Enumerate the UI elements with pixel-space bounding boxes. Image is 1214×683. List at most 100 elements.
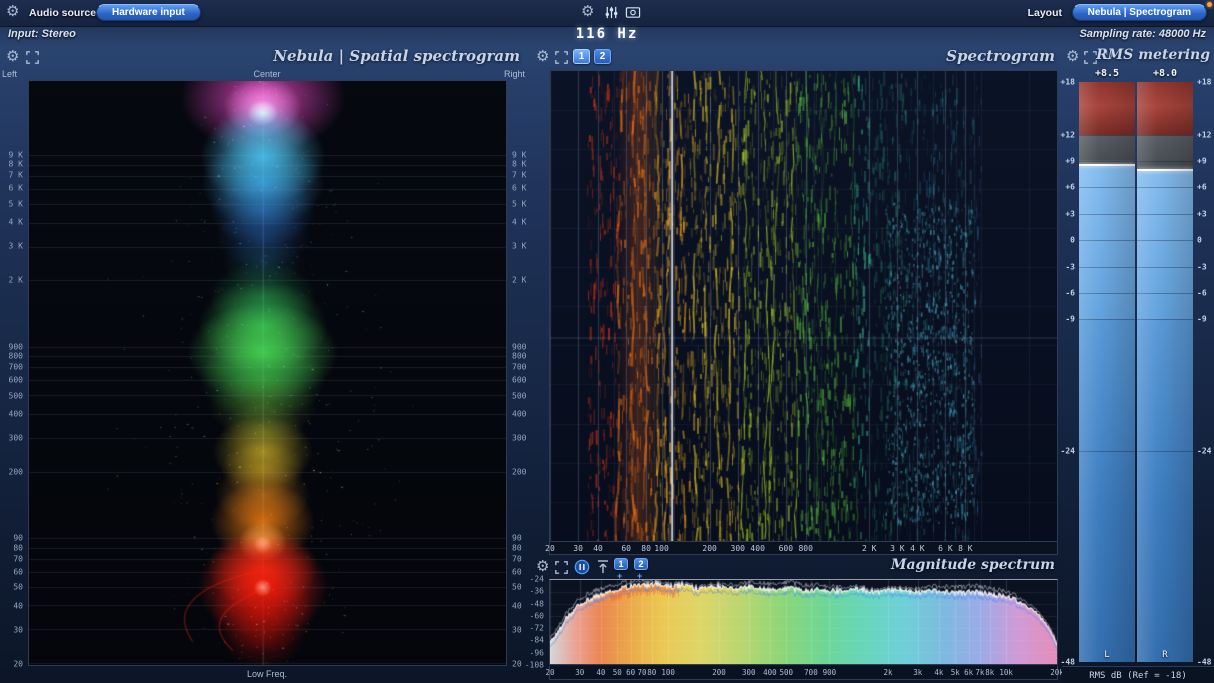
meter-segment: [1137, 134, 1193, 170]
spatial-plot[interactable]: [28, 80, 507, 666]
magnitude-view-2-button[interactable]: 2: [634, 558, 648, 570]
rms-value-left: +8.5: [1094, 68, 1120, 79]
freq-tick-label: 70: [512, 554, 522, 564]
spectrogram-panel-title: Spectrogram: [946, 47, 1055, 65]
freq-tick-label: 2k: [883, 668, 893, 677]
freq-tick-label: 60: [621, 544, 631, 553]
freq-tick-label: 300: [512, 433, 527, 443]
freq-tick-label: 200: [512, 467, 527, 477]
rms-scale-label: -24: [1197, 446, 1212, 456]
spatial-fullscreen-icon[interactable]: [26, 51, 39, 64]
meter-gridline: [1137, 240, 1193, 242]
settings-gear-icon[interactable]: ⚙: [6, 4, 19, 19]
peak-reset-arrow-to-top-icon[interactable]: [596, 559, 610, 574]
magnitude-spectrum-canvas[interactable]: [550, 580, 1057, 664]
meter-value-line: [1137, 168, 1193, 171]
freq-tick-label: 900: [512, 342, 527, 351]
spectrogram-plot[interactable]: [549, 70, 1058, 542]
freq-tick-label: 60: [512, 567, 522, 577]
hardware-input-button[interactable]: Hardware input: [96, 4, 201, 21]
meter-gridline: [1137, 161, 1193, 163]
freq-tick-label: 20: [13, 659, 23, 669]
rms-scale-label: -6: [1065, 288, 1075, 298]
freq-tick-label: 900: [822, 668, 837, 677]
freq-tick-label: 6 K: [8, 183, 23, 193]
freq-tick-label: 500: [779, 668, 794, 677]
magnitude-freq-axis: 20 30 40 50 60 70 80 100 200 300 400 500 700 900 2k 3k 4…: [545, 666, 1064, 680]
input-info: Input: Stereo: [8, 28, 76, 40]
spectrogram-view-2-button[interactable]: 2: [594, 49, 611, 64]
spatial-settings-gear-icon[interactable]: ⚙: [6, 49, 19, 64]
freq-tick-label: 30: [573, 544, 583, 553]
rms-value-right: +8.0: [1152, 68, 1178, 79]
layout-selector-button[interactable]: Nebula | Spectrogram: [1071, 4, 1207, 21]
spectrogram-settings-gear-icon[interactable]: ⚙: [536, 49, 549, 64]
db-tick-label: -36: [529, 586, 544, 596]
channel-label-left: L: [1104, 650, 1110, 660]
top-toolbar: ⚙ Audio source Hardware input ⚙ Layout N…: [0, 0, 1214, 27]
freq-tick-label: 40: [593, 544, 603, 553]
rms-settings-gear-icon[interactable]: ⚙: [1066, 49, 1079, 64]
freq-tick-label: 30: [512, 625, 522, 635]
freq-tick-label: 9 K: [8, 150, 23, 160]
rms-scale-label: +3: [1197, 209, 1207, 219]
rms-scale-label: +18: [1197, 77, 1212, 87]
magnitude-db-axis: -24 -36 -48 -60 -72 -84 -96 -108: [525, 575, 547, 670]
freq-tick-label: 20: [545, 544, 555, 553]
freq-tick-label: 800: [798, 544, 813, 553]
magnitude-view-1-button[interactable]: 1: [614, 558, 628, 570]
spatial-spectrogram-panel: ⚙ Nebula | Spatial spectrogram Left Cent…: [0, 44, 528, 683]
freq-tick-label: 80: [641, 544, 651, 553]
freq-tick-label: 2 K: [8, 275, 23, 285]
freq-tick-label: 200: [712, 668, 726, 677]
rms-panel-title: RMS metering: [1096, 47, 1210, 63]
freq-tick-label: 6 K: [938, 544, 953, 553]
meter-gridline: [1079, 161, 1135, 163]
audio-source-label: Audio source: [29, 7, 97, 19]
meter-gridline: [1079, 319, 1135, 321]
channel-label-right: R: [1162, 650, 1168, 660]
freq-tick-label: 100: [654, 544, 669, 553]
meter-gridline: [1079, 266, 1135, 268]
freq-tick-label: 80: [647, 668, 657, 677]
freq-tick-label: 50: [512, 582, 522, 592]
db-tick-label: -48: [529, 599, 544, 609]
freq-tick-label: 700: [804, 668, 818, 677]
rms-scale-label: +6: [1065, 182, 1075, 192]
db-tick-label: -96: [529, 648, 544, 658]
db-tick-label: -84: [529, 635, 544, 645]
rms-scale-label: -24: [1060, 446, 1075, 456]
magnitude-fullscreen-icon[interactable]: [555, 561, 568, 574]
freq-tick-label: 10k: [999, 668, 1013, 677]
meter-gridline: [1079, 187, 1135, 189]
meter-gridline: [1079, 451, 1135, 453]
axis-right-label: Right: [503, 69, 525, 79]
spectrogram-fullscreen-icon[interactable]: [555, 51, 568, 64]
spectrogram-canvas[interactable]: [550, 71, 1057, 541]
freq-tick-label: 30: [575, 668, 585, 677]
magnitude-panel-title: Magnitude spectrum: [890, 557, 1055, 573]
freq-tick-label: 4 K: [910, 544, 925, 553]
freq-tick-label: 2 K: [512, 275, 527, 285]
screenshot-icon[interactable]: [625, 5, 641, 20]
pause-button[interactable]: [574, 559, 590, 575]
sliders-icon[interactable]: [604, 5, 619, 20]
freq-tick-label: 3 K: [8, 241, 23, 251]
freq-tick-label: 20: [545, 668, 555, 677]
magnitude-settings-gear-icon[interactable]: ⚙: [536, 559, 549, 574]
rms-scale-left: +18 +12 +9 +6 +3 0 -3 -6 -9 -24 -48: [1060, 78, 1077, 667]
freq-tick-label: 3k: [913, 668, 923, 677]
spectrogram-view-1-button[interactable]: 1: [573, 49, 590, 64]
view-settings-gear-icon[interactable]: ⚙: [581, 4, 594, 19]
sampling-rate: Sampling rate: 48000 Hz: [1079, 28, 1206, 40]
freq-tick-label: 9 K: [512, 150, 527, 160]
freq-tick-label: 800: [8, 351, 23, 361]
freq-tick-label: 5 K: [8, 199, 23, 209]
freq-tick-label: 40: [596, 668, 606, 677]
db-tick-label: -24: [529, 574, 544, 584]
freq-tick-label: 3 K: [512, 241, 527, 251]
rms-scale-label: +9: [1197, 156, 1207, 166]
spatial-spectrogram-canvas[interactable]: [29, 81, 506, 665]
magnitude-plot[interactable]: [549, 579, 1058, 665]
meter-value-line: [1079, 164, 1135, 167]
